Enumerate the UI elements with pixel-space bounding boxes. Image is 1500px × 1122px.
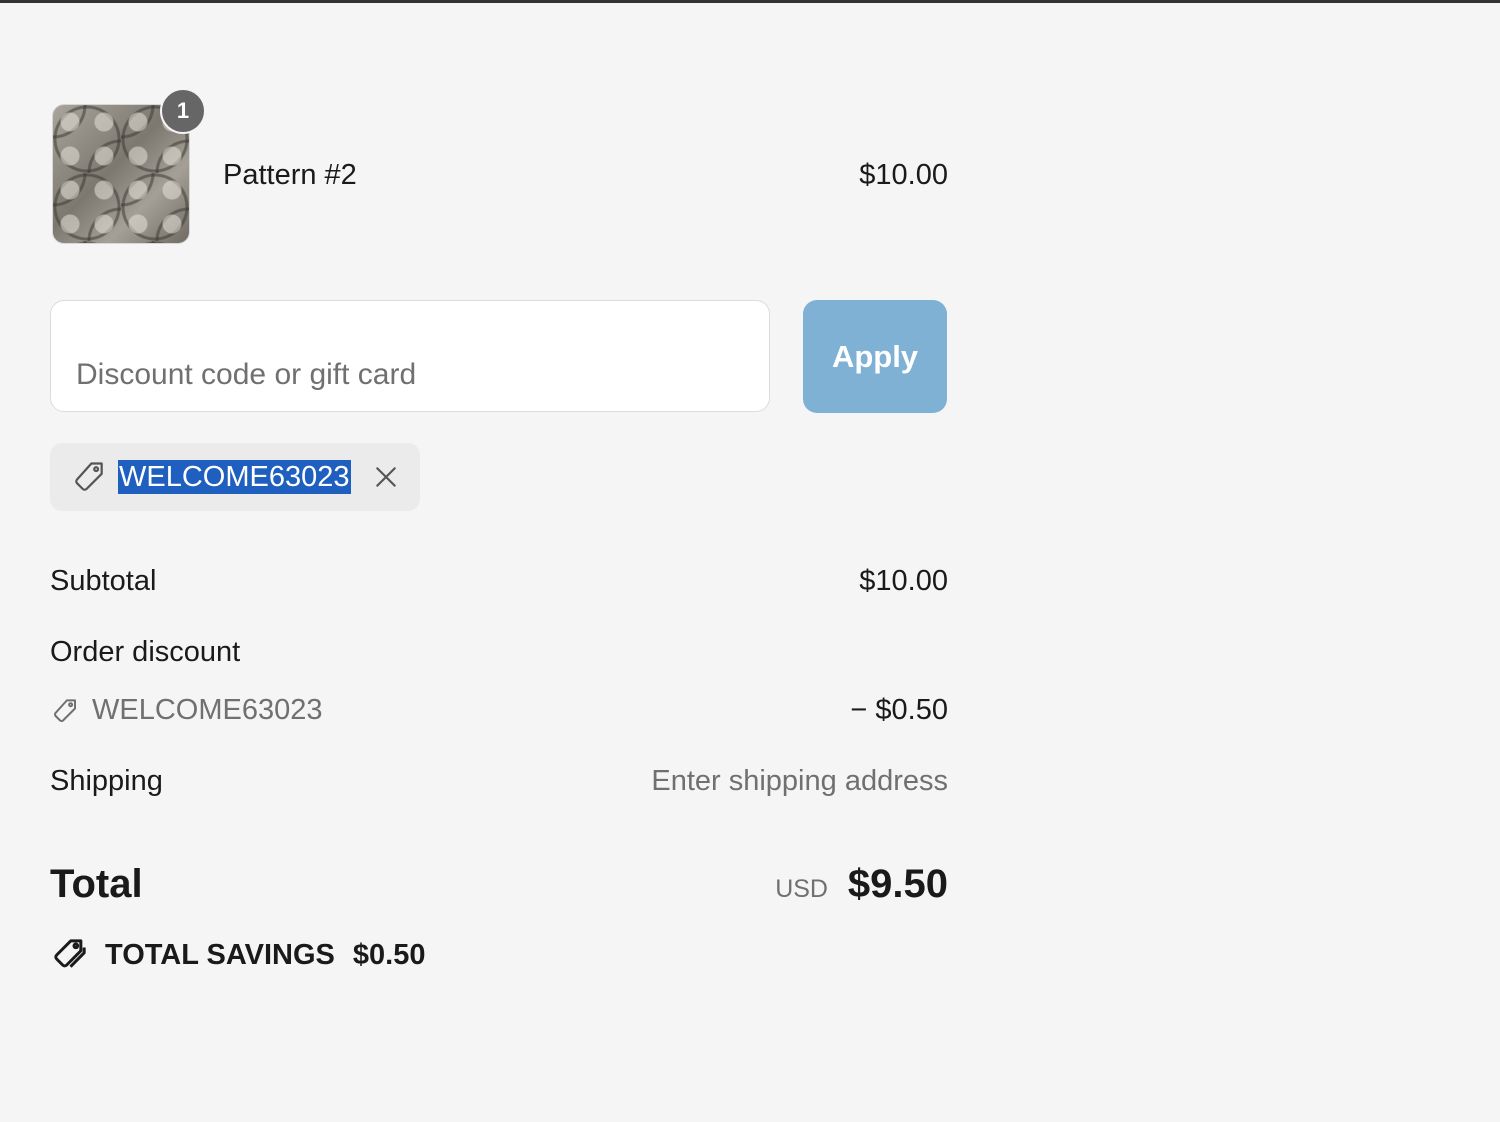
close-icon: [375, 467, 396, 487]
order-discount-label: Order discount: [50, 636, 241, 668]
discount-code-input[interactable]: [50, 300, 770, 412]
total-savings-label: TOTAL SAVINGS: [105, 938, 335, 971]
applied-discount-code: WELCOME63023: [118, 460, 351, 494]
shipping-value: Enter shipping address: [651, 765, 948, 797]
total-amount: $9.50: [847, 862, 948, 906]
total-label: Total: [50, 862, 143, 906]
total-savings-amount: $0.50: [352, 938, 426, 971]
tag-icon: [50, 696, 80, 726]
product-name: Pattern #2: [223, 159, 357, 191]
cart-line-item: 1 Pattern #2 $10.00: [50, 88, 948, 244]
remove-discount-button[interactable]: [371, 462, 401, 492]
shipping-label: Shipping: [50, 765, 163, 797]
total-savings-row: TOTAL SAVINGS $0.50: [50, 935, 425, 975]
total-row: Total USD $9.50: [50, 860, 948, 910]
subtotal-label: Subtotal: [50, 565, 157, 597]
window-top-border: [0, 0, 1500, 3]
applied-discount-chip: WELCOME63023: [50, 443, 420, 511]
discount-form: Apply: [50, 300, 948, 413]
subtotal-value: $10.00: [859, 565, 948, 597]
savings-tag-icon: [50, 935, 90, 975]
total-currency: USD: [775, 875, 828, 903]
order-discount-value: − $0.50: [850, 694, 948, 726]
order-discount-code: WELCOME63023: [92, 694, 323, 726]
apply-discount-button[interactable]: Apply: [803, 300, 947, 413]
order-discount-code-wrap: WELCOME63023: [50, 694, 323, 727]
product-price: $10.00: [859, 159, 948, 191]
quantity-badge: 1: [160, 88, 206, 134]
tag-icon: [70, 458, 108, 496]
